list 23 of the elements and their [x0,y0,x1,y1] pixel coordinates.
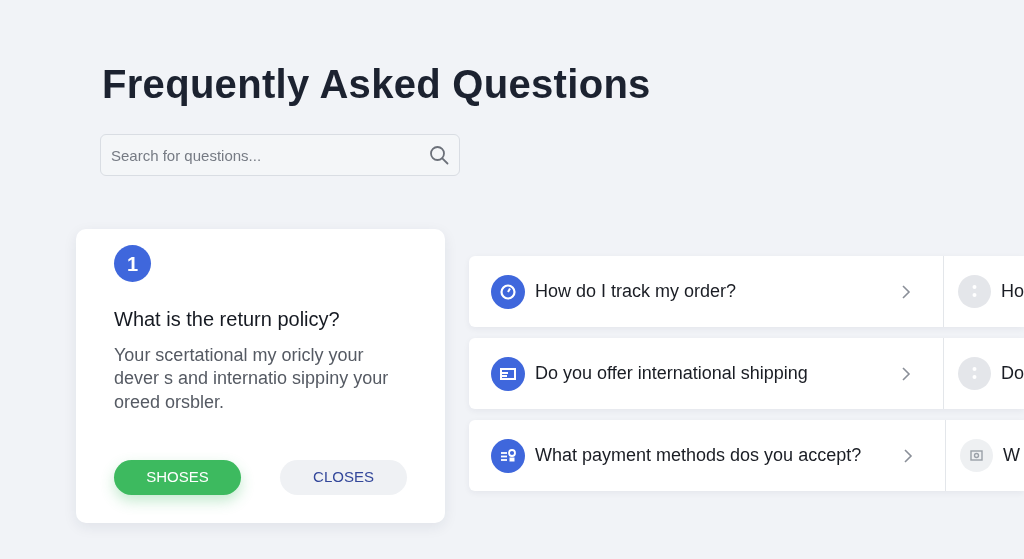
chevron-right-icon [903,447,913,464]
number-badge: 1 [114,245,151,282]
question-text: Do you offer international shipping [535,362,809,385]
dots-icon [958,357,991,390]
dots-icon [958,275,991,308]
question-row[interactable]: What payment methods dos you accept? W [469,420,1024,491]
question-title: What is the return policy? [114,307,341,332]
question-row[interactable]: How do I track my order? Ho [469,256,1024,327]
chevron-right-icon [901,283,911,300]
page-title: Frequently Asked Questions [102,61,652,108]
clock-icon [491,274,525,309]
chevron-right-icon [901,365,911,382]
search-field[interactable]: Search for questions... [100,134,460,176]
question-row[interactable]: Do you offer international shipping Do [469,338,1024,409]
question-text: How do I track my order? [535,280,738,303]
action-button[interactable]: CLOSES [280,460,407,496]
search-icon[interactable] [429,145,449,165]
answer-text: Your scertational my oricly your dever s and internatio sippiny your oreed orsbler. [114,344,390,414]
question-text: What payment methods dos you accept? [535,444,863,467]
question-text: Do [1001,362,1024,385]
camera-icon [960,439,993,472]
question-text: W [1003,444,1020,467]
question-text: Ho [1001,280,1024,303]
